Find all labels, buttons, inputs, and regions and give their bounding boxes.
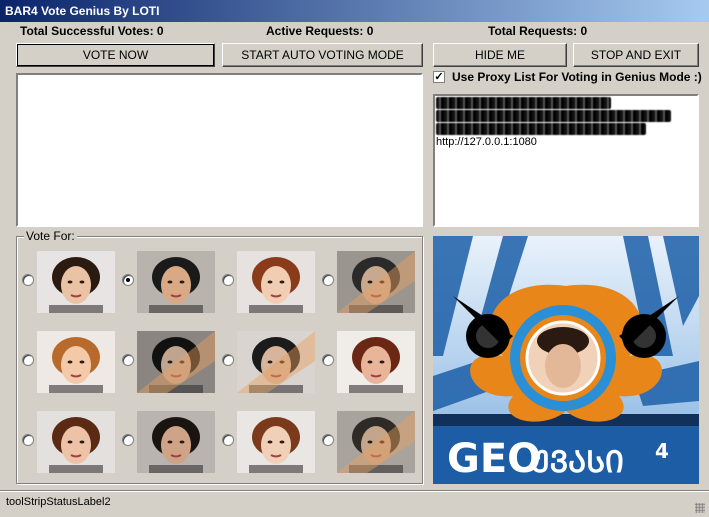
vote-now-button[interactable]: VOTE NOW (16, 43, 215, 67)
total-requests-label: Total Requests: 0 (488, 24, 588, 38)
successful-votes-label: Total Successful Votes: 0 (20, 24, 164, 38)
candidate-photo (237, 411, 315, 473)
candidate-photo (337, 331, 415, 393)
candidate-radio[interactable] (222, 434, 234, 446)
candidate-photo (237, 331, 315, 393)
candidate-radio[interactable] (122, 354, 134, 366)
candidate-photo (37, 411, 115, 473)
active-requests-label: Active Requests: 0 (266, 24, 374, 38)
candidate-photo (137, 251, 215, 313)
proxy-checkbox-label: Use Proxy List For Voting in Genius Mode… (452, 70, 702, 84)
candidate-photo (337, 251, 415, 313)
proxy-line: http://127.0.0.1:1080 (436, 136, 537, 148)
candidate-radio[interactable] (222, 354, 234, 366)
candidate-radio[interactable] (122, 274, 134, 286)
candidate-radio[interactable] (22, 434, 34, 446)
candidate-photo (137, 331, 215, 393)
candidate-radio[interactable] (22, 274, 34, 286)
candidate-photo (337, 411, 415, 473)
vote-for-label: Vote For: (24, 229, 77, 243)
redacted-line (436, 110, 671, 122)
candidate-photo (237, 251, 315, 313)
candidate-radio[interactable] (322, 274, 334, 286)
proxy-checkbox[interactable]: ✓ (433, 71, 445, 83)
redacted-line (436, 123, 646, 135)
redacted-line (436, 97, 611, 109)
candidate-photo (37, 331, 115, 393)
resize-grip[interactable] (695, 503, 705, 513)
show-banner: GEO ᲣᲕᲐᲡᲘ 4 (433, 236, 699, 484)
candidate-photo (37, 251, 115, 313)
candidate-radio[interactable] (122, 434, 134, 446)
candidate-radio[interactable] (322, 434, 334, 446)
banner-edition: 4 (655, 439, 669, 463)
proxy-list-content: http://127.0.0.1:1080 (436, 97, 696, 149)
candidate-radio[interactable] (322, 354, 334, 366)
auto-voting-button[interactable]: START AUTO VOTING MODE (222, 43, 423, 67)
status-label: toolStripStatusLabel2 (6, 496, 111, 508)
candidate-radio[interactable] (22, 354, 34, 366)
candidate-photo (137, 411, 215, 473)
candidate-radio[interactable] (222, 274, 234, 286)
window-title: BAR4 Vote Genius By LOTI (0, 0, 709, 22)
log-textarea[interactable] (16, 73, 423, 227)
banner-brand: GEO (447, 436, 541, 482)
stop-exit-button[interactable]: STOP AND EXIT (573, 43, 699, 67)
hide-me-button[interactable]: HIDE ME (433, 43, 567, 67)
banner-brand-suffix: ᲣᲕᲐᲡᲘ (531, 445, 624, 480)
